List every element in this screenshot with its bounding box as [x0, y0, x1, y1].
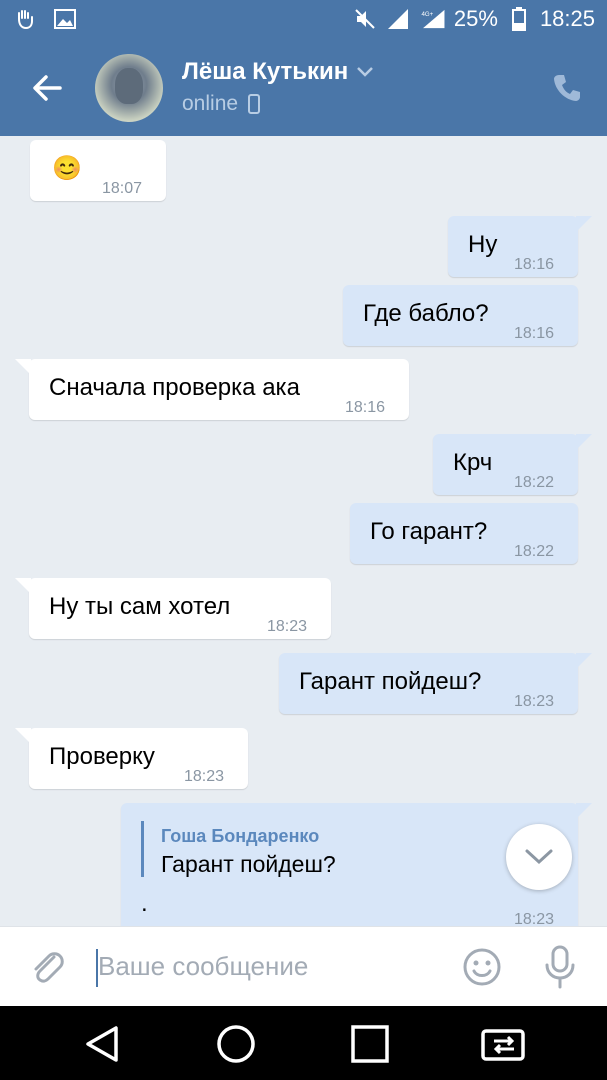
mute-icon — [352, 6, 378, 32]
chevron-down-icon[interactable] — [356, 66, 374, 78]
switch-apps-icon[interactable] — [480, 1022, 525, 1066]
battery-icon — [506, 6, 532, 32]
battery-level: 25% — [453, 6, 498, 31]
message-bubble-outgoing[interactable]: Гарант пойдеш? 18:23 — [279, 653, 592, 714]
message-text: Ну — [468, 231, 498, 258]
message-input[interactable]: Ваше сообщение — [98, 951, 308, 982]
message-time: 18:16 — [514, 256, 555, 273]
mobile-icon — [248, 94, 261, 114]
message-bubble-outgoing[interactable]: Крч 18:22 — [433, 434, 592, 495]
navigation-bar — [0, 1006, 607, 1080]
recents-icon[interactable] — [348, 1022, 392, 1066]
message-bubble-outgoing[interactable]: Ну 18:16 — [448, 216, 592, 277]
message-text: Сначала проверка ака — [49, 374, 300, 401]
chat-header: Лёша Кутькин online — [0, 40, 607, 136]
message-time: 18:23 — [267, 618, 308, 635]
hand-icon — [12, 6, 38, 32]
signal-4g-icon: 4G+ — [420, 6, 446, 32]
message-text: Го гарант? — [370, 518, 488, 545]
signal-icon — [386, 6, 412, 32]
reply-quote-bar — [141, 821, 144, 877]
message-text: Ну ты сам хотел — [49, 593, 231, 620]
attach-icon[interactable] — [28, 947, 68, 987]
home-icon[interactable] — [214, 1022, 258, 1066]
message-text: . — [141, 890, 148, 917]
message-time: 18:22 — [514, 474, 555, 491]
message-bubble-incoming[interactable]: Проверку 18:23 — [15, 728, 248, 789]
message-time: 18:16 — [345, 399, 386, 416]
message-text: Проверку — [49, 743, 155, 770]
chevron-down-icon — [525, 849, 553, 865]
clock: 18:25 — [539, 6, 595, 31]
message-time: 18:22 — [514, 543, 555, 560]
composer: Ваше сообщение — [0, 926, 607, 1007]
message-bubble-incoming[interactable]: Сначала проверка ака 18:16 — [15, 359, 409, 420]
message-text: Где бабло? — [363, 300, 489, 327]
status-bar: 4G+ 25% 18:25 — [0, 0, 607, 40]
message-text: Крч — [453, 449, 493, 476]
message-bubble-outgoing[interactable]: Где бабло? 18:16 — [343, 285, 578, 346]
message-text: Гарант пойдеш? — [299, 668, 482, 695]
message-time: 18:23 — [514, 693, 555, 710]
back-arrow-icon[interactable] — [28, 68, 68, 108]
message-bubble-incoming[interactable]: Ну ты сам хотел 18:23 — [15, 578, 331, 639]
message-time: 18:16 — [514, 325, 555, 342]
message-bubble-incoming[interactable]: 😊 18:07 — [30, 140, 166, 201]
message-text: 😊 — [52, 155, 82, 182]
contact-status: online — [182, 92, 261, 116]
contact-name[interactable]: Лёша Кутькин — [182, 58, 374, 86]
svg-text:4G+: 4G+ — [421, 11, 433, 18]
message-time: 18:23 — [184, 768, 225, 785]
message-bubble-outgoing[interactable]: Го гарант? 18:22 — [350, 503, 578, 564]
scroll-down-button[interactable] — [506, 824, 572, 890]
reply-author: Гоша Бондаренко — [161, 826, 320, 846]
message-time: 18:07 — [102, 180, 143, 197]
phone-icon[interactable] — [551, 72, 583, 104]
image-icon — [52, 6, 78, 32]
emoji-icon[interactable] — [462, 947, 502, 987]
microphone-icon[interactable] — [542, 945, 578, 989]
back-icon[interactable] — [82, 1022, 126, 1066]
avatar[interactable] — [95, 54, 163, 122]
reply-text: Гарант пойдеш? — [161, 851, 336, 877]
